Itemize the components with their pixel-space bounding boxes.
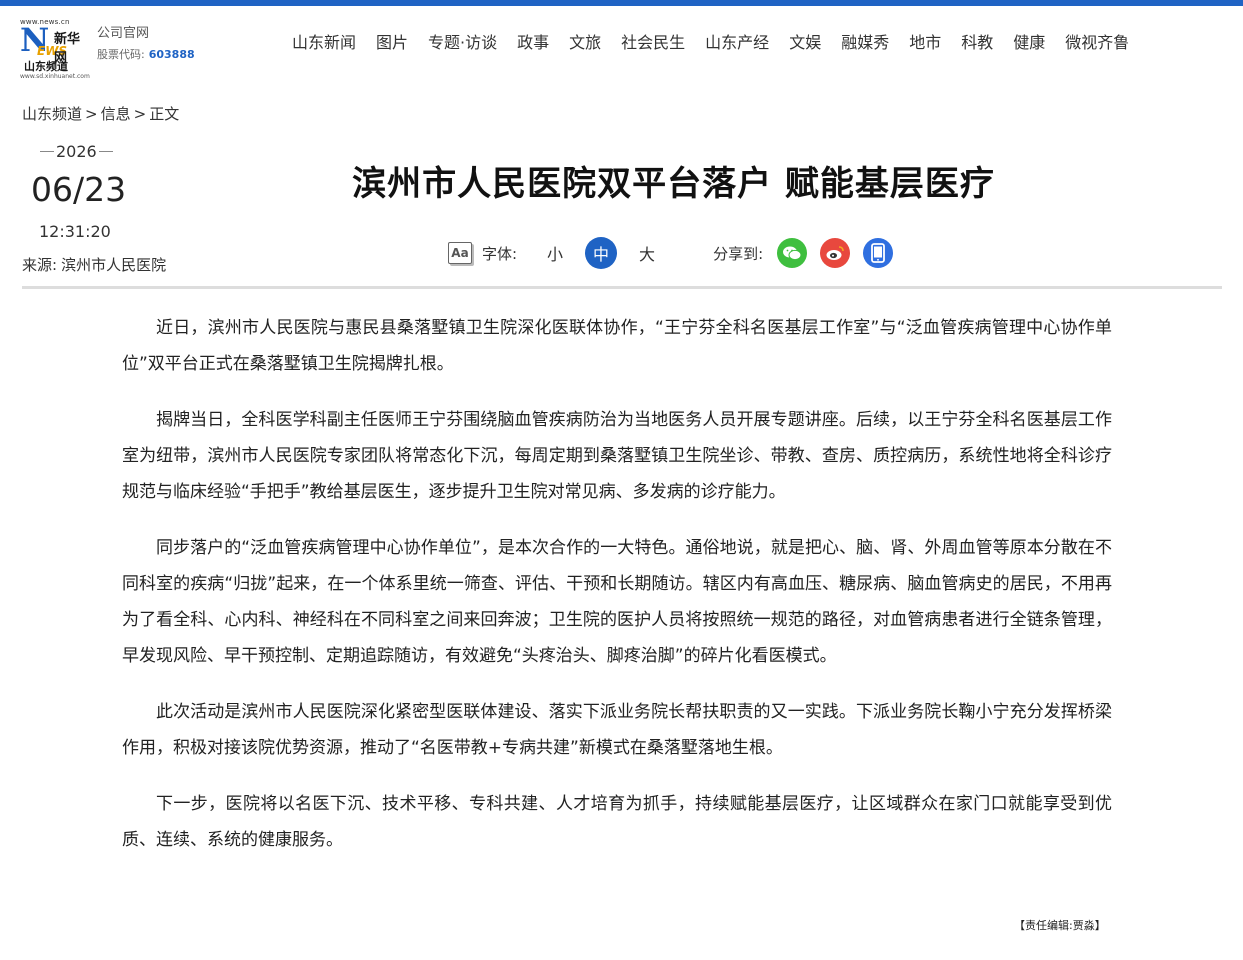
article-source: 来源: 滨州市人民医院 xyxy=(22,254,166,275)
stock-info: 股票代码: 603888 xyxy=(97,46,195,62)
nav-item-politics[interactable]: 政事 xyxy=(517,29,549,53)
logo-channel-name: 山东频道 xyxy=(24,60,68,73)
article-paragraph: 此次活动是滨州市人民医院深化紧密型医联体建设、落实下派业务院长帮扶职责的又一实践… xyxy=(122,702,1112,758)
nav-item-health[interactable]: 健康 xyxy=(1013,29,1045,53)
nav-item-industry[interactable]: 山东产经 xyxy=(705,29,769,53)
font-size-large-button[interactable]: 大 xyxy=(631,237,663,269)
nav-item-photos[interactable]: 图片 xyxy=(376,29,408,53)
article-title: 滨州市人民医院双平台落户 赋能基层医疗 xyxy=(352,164,995,204)
site-header: www.news.cn N EWS 新华网 山东频道 www.sd.xinhua… xyxy=(0,6,1243,80)
nav-item-media-show[interactable]: 融媒秀 xyxy=(841,29,889,53)
article-paragraph: 揭牌当日，全科医学科副主任医师王宁芬围绕脑血管疾病防治为当地医务人员开展专题讲座… xyxy=(122,410,1112,502)
weibo-share-button[interactable] xyxy=(820,238,851,268)
nav-item-cities[interactable]: 地市 xyxy=(909,29,941,53)
year-line-left xyxy=(40,151,54,152)
stock-label: 股票代码: xyxy=(97,48,145,61)
publish-time: 12:31:20 xyxy=(39,222,111,241)
font-size-icon: Aa xyxy=(448,242,472,264)
breadcrumb-separator: > xyxy=(85,105,98,123)
header-divider xyxy=(22,286,1222,289)
nav-item-micro-video[interactable]: 微视齐鲁 xyxy=(1065,29,1129,53)
article-paragraph: 同步落户的“泛血管疾病管理中心协作单位”，是本次合作的一大特色。通俗地说，就是把… xyxy=(122,538,1112,666)
stock-code[interactable]: 603888 xyxy=(149,48,195,61)
article-paragraph: 近日，滨州市人民医院与惠民县桑落墅镇卫生院深化医联体协作，“王宁芬全科名医基层工… xyxy=(122,318,1112,374)
wechat-share-button[interactable] xyxy=(777,238,808,268)
article-body: 近日，滨州市人民医院与惠民县桑落墅镇卫生院深化医联体协作，“王宁芬全科名医基层工… xyxy=(122,310,1112,878)
share-label: 分享到: xyxy=(713,244,764,263)
xinhua-logo[interactable]: www.news.cn N EWS 新华网 山东频道 www.sd.xinhua… xyxy=(20,18,92,80)
breadcrumb-info[interactable]: 信息 xyxy=(101,105,131,123)
breadcrumb-current: 正文 xyxy=(149,105,180,123)
source-name: 滨州市人民医院 xyxy=(61,256,167,274)
publish-year: 2026 xyxy=(38,142,115,161)
responsible-editor: 【责任编辑:贾淼】 xyxy=(1014,919,1106,932)
mobile-icon xyxy=(871,243,886,263)
article-paragraph: 下一步，医院将以名医下沉、技术平移、专科共建、人才培育为抓手，持续赋能基层医疗，… xyxy=(122,794,1112,850)
mobile-share-button[interactable] xyxy=(863,238,894,268)
nav-item-entertainment[interactable]: 文娱 xyxy=(789,29,821,53)
nav-item-culture-tourism[interactable]: 文旅 xyxy=(569,29,601,53)
nav-item-society[interactable]: 社会民生 xyxy=(621,29,685,53)
logo-sub-url: www.sd.xinhuanet.com xyxy=(20,73,90,80)
wechat-icon xyxy=(783,246,802,261)
year-line-right xyxy=(98,151,113,152)
company-site-link[interactable]: 公司官网 xyxy=(97,22,149,41)
breadcrumb: 山东频道 > 信息 > 正文 xyxy=(22,103,179,124)
font-label: 字体: xyxy=(482,244,518,263)
publish-month-day: 06/23 xyxy=(31,170,127,209)
font-size-medium-button[interactable]: 中 xyxy=(585,237,618,269)
year-text: 2026 xyxy=(56,142,97,161)
nav-item-sci-edu[interactable]: 科教 xyxy=(961,29,993,53)
main-nav: 山东新闻 图片 专题·访谈 政事 文旅 社会民生 山东产经 文娱 融媒秀 地市 … xyxy=(292,29,1149,53)
source-label: 来源: xyxy=(22,256,58,274)
nav-item-topics-interviews[interactable]: 专题·访谈 xyxy=(428,29,497,53)
nav-item-shandong-news[interactable]: 山东新闻 xyxy=(292,29,356,53)
breadcrumb-separator: > xyxy=(133,105,147,123)
breadcrumb-channel[interactable]: 山东频道 xyxy=(22,105,82,123)
weibo-icon xyxy=(826,246,844,260)
font-size-small-button[interactable]: 小 xyxy=(539,237,571,269)
article-toolbar: Aa 字体: 小 中 大 分享到: xyxy=(448,236,906,270)
